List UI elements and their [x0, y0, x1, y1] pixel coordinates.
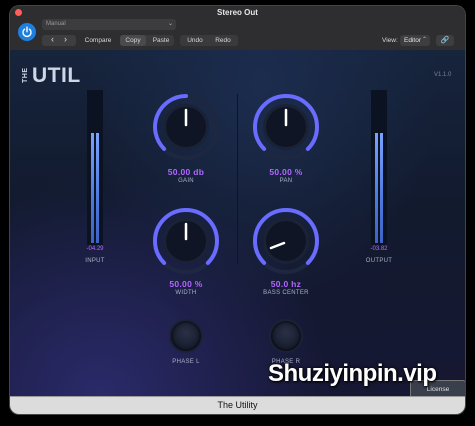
bass-center-knob[interactable]: [251, 206, 321, 276]
watermark-text: Shuziyinpin.vip: [268, 360, 437, 387]
version-label: V1.1.0: [434, 72, 452, 78]
logo-util: UTIL: [32, 64, 81, 87]
gain-knob[interactable]: [151, 92, 221, 162]
preset-dropdown[interactable]: Manual ⌄: [42, 19, 176, 30]
view-label: View:: [382, 37, 398, 44]
gain-label: GAIN: [178, 178, 194, 184]
power-icon: [22, 26, 32, 38]
output-meter-bar-right: [380, 133, 383, 243]
output-meter-bar-left: [375, 133, 378, 243]
copy-button[interactable]: Copy: [120, 35, 146, 46]
plugin-window: Stereo Out Manual ⌄ ‹ › Compare Copy Pas…: [10, 6, 465, 414]
phase-l-button[interactable]: [171, 321, 201, 351]
section-divider: [237, 94, 238, 264]
link-button[interactable]: 🔗: [436, 35, 454, 46]
next-preset-button[interactable]: ›: [64, 34, 67, 44]
input-meter-label: INPUT: [85, 258, 105, 264]
paste-button[interactable]: Paste: [148, 35, 174, 46]
power-button[interactable]: [18, 23, 36, 41]
width-label: WIDTH: [175, 290, 197, 296]
plugin-panel: THE UTIL V1.1.0 -04.29 INPUT -03.82 OUTP…: [10, 50, 465, 396]
view-dropdown[interactable]: Editor ⌃: [400, 35, 430, 46]
chevron-updown-icon: ⌄: [167, 21, 173, 27]
window-title: Stereo Out: [217, 8, 258, 17]
input-meter-bar-right: [96, 133, 99, 243]
footer-bar: The Utility: [10, 396, 465, 414]
width-value: 50.00 %: [169, 279, 203, 289]
prev-preset-button[interactable]: ‹: [51, 34, 54, 44]
input-meter-bar-left: [91, 133, 94, 243]
input-meter: [87, 90, 103, 245]
bass-center-value: 50.0 hz: [270, 279, 302, 289]
chevron-updown-icon: ⌃: [421, 37, 427, 43]
width-knob[interactable]: [151, 206, 221, 276]
output-meter-label: OUTPUT: [365, 258, 393, 264]
pan-value: 50.00 %: [269, 167, 303, 177]
footer-title: The Utility: [217, 400, 258, 410]
bass-center-label: BASS CENTER: [263, 290, 309, 296]
input-meter-value: -04.29: [86, 246, 104, 252]
gain-value: 50.00 db: [167, 167, 205, 177]
redo-button[interactable]: Redo: [210, 35, 236, 46]
title-bar: Stereo Out Manual ⌄ ‹ › Compare Copy Pas…: [10, 6, 465, 50]
output-meter: [371, 90, 387, 245]
preset-nav: ‹ ›: [42, 34, 76, 46]
logo-the: THE: [22, 67, 29, 84]
preset-value: Manual: [46, 21, 66, 27]
view-value: Editor: [404, 37, 421, 44]
undo-button[interactable]: Undo: [182, 35, 208, 46]
output-meter-value: -03.82: [370, 246, 388, 252]
compare-button[interactable]: Compare: [82, 35, 114, 46]
link-icon: 🔗: [440, 37, 450, 44]
phase-l-label: PHASE L: [172, 359, 200, 365]
pan-label: PAN: [279, 178, 293, 184]
phase-r-button[interactable]: [271, 321, 301, 351]
pan-knob[interactable]: [251, 92, 321, 162]
